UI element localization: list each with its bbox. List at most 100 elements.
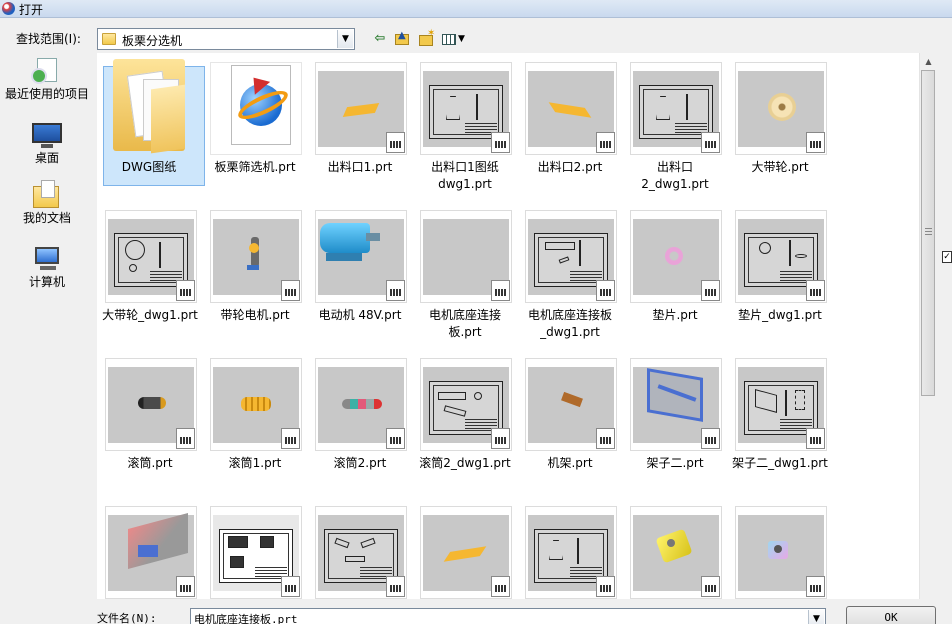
computer-icon: [31, 244, 63, 274]
file-item[interactable]: 带轮电机.prt: [205, 207, 305, 347]
chevron-down-icon[interactable]: ▼: [337, 30, 353, 48]
file-item[interactable]: 电机底座连接板_dwg1.prt: [520, 207, 620, 347]
file-item[interactable]: 垫片.prt: [625, 207, 725, 347]
side-panel-edge: ✓: [936, 53, 952, 599]
file-item[interactable]: 机架.prt: [520, 355, 620, 495]
filename-input[interactable]: 电机底座连接板.prt ▼: [190, 608, 826, 624]
view-grid-icon: [442, 34, 456, 45]
scroll-up-arrow-icon[interactable]: ▲: [920, 53, 937, 70]
file-item[interactable]: [520, 503, 620, 599]
file-thumbnail: [105, 506, 197, 599]
lookin-value: 板栗分选机: [122, 34, 183, 48]
ok-button[interactable]: OK: [846, 606, 936, 624]
file-thumbnail: [210, 210, 302, 303]
prt-badge-icon: [701, 428, 720, 449]
file-thumbnail: [420, 358, 512, 451]
file-item[interactable]: 板栗筛选机.prt: [205, 59, 305, 199]
file-thumbnail: [315, 358, 407, 451]
place-label: 最近使用的项目: [4, 87, 89, 101]
file-item[interactable]: [730, 503, 830, 599]
prt-badge-icon: [176, 428, 195, 449]
file-item-folder[interactable]: DWG图纸: [99, 59, 205, 199]
new-folder-button[interactable]: ✶: [417, 29, 435, 48]
my-documents-icon: [31, 180, 63, 210]
file-item[interactable]: 出料口1.prt: [310, 59, 410, 199]
checkbox[interactable]: ✓: [942, 251, 952, 263]
file-name: 机架.prt: [547, 456, 593, 470]
prt-badge-icon: [491, 132, 510, 153]
place-computer[interactable]: 计算机: [4, 244, 90, 289]
lookin-label: 查找范围(I):: [16, 32, 81, 46]
file-name: 垫片_dwg1.prt: [738, 308, 822, 322]
vertical-scrollbar[interactable]: ▲: [919, 53, 936, 599]
file-item[interactable]: [415, 503, 515, 599]
file-thumbnail: [630, 358, 722, 451]
place-label: 桌面: [34, 151, 59, 165]
file-item[interactable]: 架子二_dwg1.prt: [730, 355, 830, 495]
file-item[interactable]: 滚筒.prt: [100, 355, 200, 495]
file-thumbnail: [210, 358, 302, 451]
file-item[interactable]: 垫片_dwg1.prt: [730, 207, 830, 347]
file-item[interactable]: 出料口2_dwg1.prt: [625, 59, 725, 199]
file-name: 出料口1图纸dwg1.prt: [431, 160, 499, 191]
file-item[interactable]: 出料口1图纸dwg1.prt: [415, 59, 515, 199]
file-thumbnail: [525, 62, 617, 155]
prt-badge-icon: [386, 576, 405, 597]
file-thumbnail: [420, 210, 512, 303]
file-thumbnail: [735, 62, 827, 155]
file-item[interactable]: 滚筒2_dwg1.prt: [415, 355, 515, 495]
file-name: 大带轮_dwg1.prt: [102, 308, 198, 322]
place-label: 计算机: [28, 275, 65, 289]
file-item[interactable]: [625, 503, 725, 599]
file-name: 滚筒2_dwg1.prt: [419, 456, 511, 470]
file-item[interactable]: 出料口2.prt: [520, 59, 620, 199]
file-name: 电机底座连接板.prt: [428, 308, 501, 339]
file-thumbnail: [105, 210, 197, 303]
file-name: DWG图纸: [121, 160, 177, 174]
prt-badge-icon: [176, 576, 195, 597]
file-item[interactable]: [310, 503, 410, 599]
file-name: 出料口2_dwg1.prt: [641, 160, 709, 191]
grip-icon: [925, 227, 932, 235]
file-item[interactable]: 电机底座连接板.prt: [415, 207, 515, 347]
file-name: 滚筒1.prt: [228, 456, 282, 470]
prt-badge-icon: [701, 280, 720, 301]
file-thumbnail: [525, 210, 617, 303]
file-list[interactable]: DWG图纸 板栗筛选机.prt 出料口1.prt 出料口1图纸dwg1.prt …: [97, 53, 919, 599]
scrollbar-thumb[interactable]: [921, 70, 935, 396]
file-name: 架子二_dwg1.prt: [732, 456, 828, 470]
lookin-combo[interactable]: 板栗分选机 ▼: [97, 28, 355, 50]
file-thumbnail: [315, 62, 407, 155]
file-thumbnail: [525, 358, 617, 451]
prt-badge-icon: [806, 428, 825, 449]
file-item[interactable]: 大带轮_dwg1.prt: [100, 207, 200, 347]
back-arrow-icon: ⇦: [374, 31, 386, 46]
prt-badge-icon: [491, 280, 510, 301]
file-item[interactable]: 电动机 48V.prt: [310, 207, 410, 347]
up-folder-button[interactable]: ▲: [393, 30, 411, 48]
file-thumbnail: [210, 506, 302, 599]
prt-badge-icon: [596, 576, 615, 597]
file-thumbnail: [630, 210, 722, 303]
file-item[interactable]: [205, 503, 305, 599]
file-name: 大带轮.prt: [751, 160, 809, 174]
file-item[interactable]: 架子二.prt: [625, 355, 725, 495]
view-menu-button[interactable]: ▼: [440, 30, 470, 48]
filename-label: 文件名(N):: [97, 612, 157, 624]
chevron-down-icon[interactable]: ▼: [808, 610, 824, 624]
prt-badge-icon: [386, 428, 405, 449]
file-thumbnail: [210, 62, 302, 155]
file-thumbnail: [735, 358, 827, 451]
file-name: 板栗筛选机.prt: [214, 160, 296, 174]
file-item[interactable]: 大带轮.prt: [730, 59, 830, 199]
place-desktop[interactable]: 桌面: [4, 120, 90, 165]
file-item[interactable]: 滚筒1.prt: [205, 355, 305, 495]
place-my-documents[interactable]: 我的文档: [4, 180, 90, 225]
file-item[interactable]: [100, 503, 200, 599]
place-recent[interactable]: 最近使用的项目: [4, 56, 90, 101]
file-item[interactable]: 滚筒2.prt: [310, 355, 410, 495]
back-button[interactable]: ⇦: [371, 30, 389, 48]
prt-badge-icon: [701, 132, 720, 153]
folder-icon: [102, 33, 116, 45]
place-label: 我的文档: [22, 211, 71, 225]
